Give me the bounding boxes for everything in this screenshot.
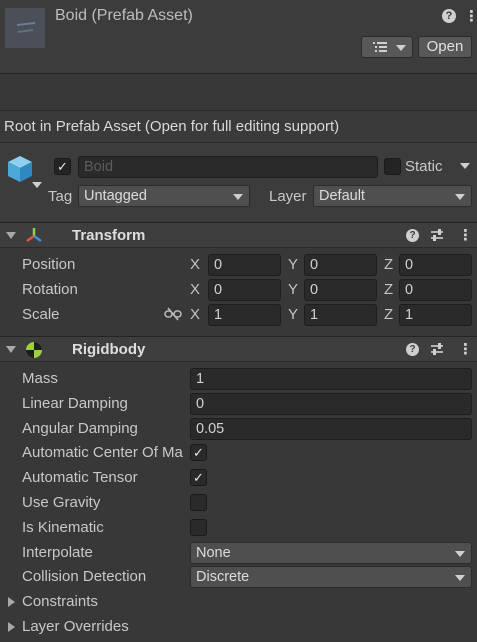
static-dropdown-icon[interactable] [460, 163, 470, 169]
cube-icon[interactable] [6, 154, 42, 194]
scale-label: Scale [22, 306, 60, 323]
prefab-title: Boid (Prefab Asset) [55, 7, 193, 24]
interpolate-label: Interpolate [22, 544, 93, 561]
collision-detection-dropdown[interactable]: Discrete [190, 566, 472, 588]
kebab-menu-icon[interactable]: ⋮ [464, 7, 477, 25]
gameobject-header [0, 143, 477, 221]
interpolate-value: None [196, 545, 231, 561]
tag-dropdown[interactable]: Untagged [78, 185, 250, 207]
static-label: Static [405, 158, 443, 175]
prefab-info-bar: Root in Prefab Asset (Open for full edit… [0, 111, 477, 143]
position-x-field[interactable]: 0 [208, 254, 281, 276]
open-button[interactable]: Open [418, 36, 472, 58]
chevron-down-icon [455, 575, 465, 581]
foldout-arrow-icon[interactable] [8, 622, 15, 632]
presets-icon[interactable] [430, 342, 444, 356]
axis-y-label: Y [288, 281, 299, 298]
overrides-dropdown[interactable] [361, 36, 413, 58]
axis-x-label: X [190, 281, 201, 298]
presets-icon[interactable] [430, 228, 444, 242]
constrain-proportions-icon[interactable] [164, 307, 182, 321]
linear-damping-label: Linear Damping [22, 395, 128, 412]
prefab-thumbnail [5, 8, 45, 48]
position-label: Position [22, 256, 76, 273]
collision-detection-value: Discrete [196, 569, 250, 585]
chevron-down-icon [233, 194, 243, 200]
rotation-x-field[interactable]: 0 [208, 279, 281, 301]
linear-damping-field[interactable]: 0 [190, 393, 472, 415]
help-icon[interactable]: ? [442, 9, 456, 23]
mass-field[interactable]: 1 [190, 368, 472, 390]
help-icon[interactable]: ? [406, 229, 419, 242]
rigidbody-icon [26, 342, 42, 358]
chevron-down-icon [455, 551, 465, 557]
is-kinematic-checkbox[interactable] [190, 519, 207, 536]
static-checkbox[interactable] [384, 158, 401, 175]
axis-z-label: Z [384, 281, 394, 298]
tag-value: Untagged [84, 188, 147, 204]
use-gravity-checkbox[interactable] [190, 494, 207, 511]
component-menu-icon[interactable]: ⋮ [458, 226, 473, 244]
position-y-field[interactable]: 0 [304, 254, 377, 276]
use-gravity-label: Use Gravity [22, 494, 101, 511]
component-menu-icon[interactable]: ⋮ [458, 340, 473, 358]
active-checkbox[interactable]: ✓ [54, 158, 71, 175]
rotation-z-field[interactable]: 0 [399, 279, 472, 301]
transform-title: Transform [72, 227, 146, 244]
auto-tensor-checkbox[interactable]: ✓ [190, 469, 207, 486]
scale-z-field[interactable]: 1 [399, 304, 472, 326]
foldout-arrow-icon[interactable] [6, 346, 16, 353]
foldout-arrow-icon[interactable] [8, 597, 15, 607]
interpolate-dropdown[interactable]: None [190, 542, 472, 564]
transform-icon [26, 228, 42, 243]
axis-z-label: Z [384, 306, 394, 323]
auto-tensor-label: Automatic Tensor [22, 469, 138, 486]
prefab-info-text: Root in Prefab Asset (Open for full edit… [4, 118, 340, 135]
layer-overrides-foldout[interactable]: Layer Overrides [22, 618, 129, 635]
axis-z-label: Z [384, 256, 394, 273]
axis-x-label: X [190, 306, 201, 323]
auto-center-of-mass-checkbox[interactable]: ✓ [190, 444, 207, 461]
constraints-foldout[interactable]: Constraints [22, 593, 98, 610]
layer-value: Default [319, 188, 365, 204]
help-icon[interactable]: ? [406, 343, 419, 356]
tag-label: Tag [48, 188, 73, 205]
rigidbody-title: Rigidbody [72, 341, 146, 358]
rotation-label: Rotation [22, 281, 78, 298]
auto-center-of-mass-label: Automatic Center Of Ma [22, 444, 183, 461]
mass-label: Mass [22, 370, 58, 387]
axis-x-label: X [190, 256, 201, 273]
foldout-arrow-icon[interactable] [6, 232, 16, 239]
chevron-down-icon [455, 194, 465, 200]
angular-damping-label: Angular Damping [22, 420, 138, 437]
layer-dropdown[interactable]: Default [313, 185, 472, 207]
axis-y-label: Y [288, 256, 299, 273]
rotation-y-field[interactable]: 0 [304, 279, 377, 301]
header-spacer [0, 74, 477, 111]
prefab-icon [16, 22, 36, 33]
angular-damping-field[interactable]: 0.05 [190, 418, 472, 440]
chevron-down-icon [396, 45, 406, 51]
collision-detection-label: Collision Detection [22, 568, 147, 585]
position-z-field[interactable]: 0 [399, 254, 472, 276]
gameobject-name-field[interactable]: Boid [78, 156, 378, 178]
is-kinematic-label: Is Kinematic [22, 519, 104, 536]
layer-label: Layer [269, 188, 307, 205]
axis-y-label: Y [288, 306, 299, 323]
scale-x-field[interactable]: 1 [208, 304, 281, 326]
scale-y-field[interactable]: 1 [304, 304, 377, 326]
